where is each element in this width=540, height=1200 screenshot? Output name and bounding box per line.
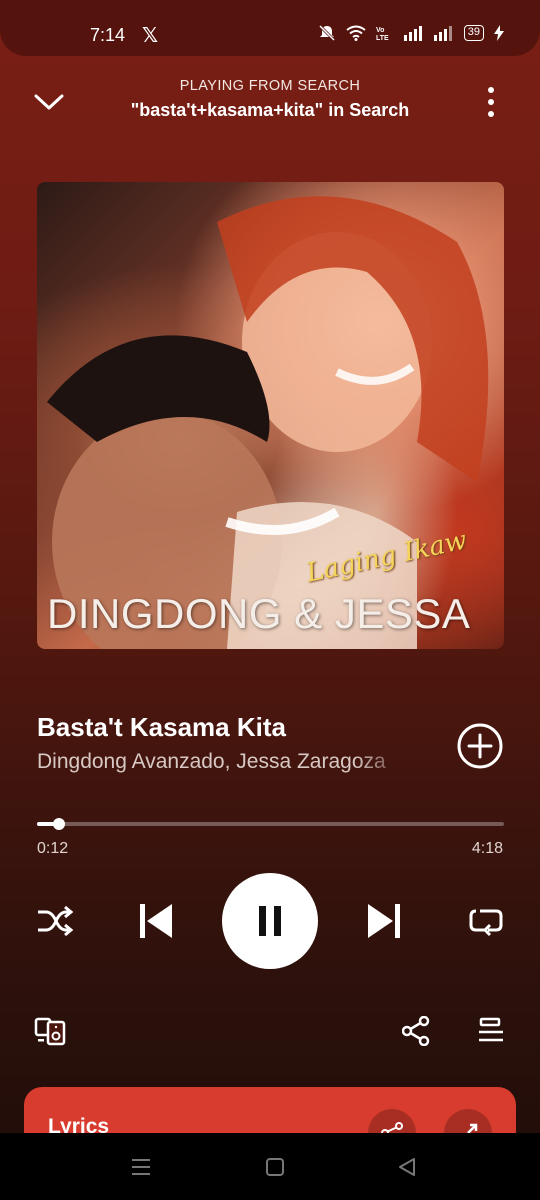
- more-vert-icon[interactable]: [486, 86, 496, 118]
- shuffle-icon[interactable]: [36, 904, 74, 938]
- status-time: 7:14: [90, 25, 126, 45]
- status-icons: Vo LTE 39: [318, 24, 504, 42]
- signal-icon-2: [433, 26, 452, 41]
- x-app-icon: 𝕏: [142, 25, 159, 47]
- playing-from-context[interactable]: "basta't+kasama+kita" in Search: [0, 100, 540, 121]
- svg-text:LTE: LTE: [376, 35, 389, 41]
- progress-handle[interactable]: [52, 818, 65, 830]
- share-icon[interactable]: [402, 1016, 430, 1046]
- mute-icon: [318, 24, 335, 42]
- pause-icon: [259, 906, 281, 936]
- wifi-icon: [346, 25, 366, 41]
- charging-icon: [494, 25, 504, 41]
- repeat-icon[interactable]: [468, 904, 504, 938]
- add-circle-icon[interactable]: [456, 722, 504, 770]
- queue-icon[interactable]: [477, 1017, 505, 1045]
- total-time: 4:18: [471, 840, 503, 857]
- status-bar: 7:14 𝕏 Vo LTE 39: [0, 0, 540, 56]
- album-photo: [47, 196, 489, 649]
- track-artists[interactable]: Dingdong Avanzado, Jessa Zaragoza: [37, 750, 411, 774]
- svg-text:Vo: Vo: [376, 27, 384, 34]
- volte-icon: Vo LTE: [376, 27, 389, 41]
- progress-bar[interactable]: [37, 818, 504, 830]
- recents-icon[interactable]: [130, 1158, 152, 1176]
- home-icon[interactable]: [265, 1157, 285, 1177]
- now-playing-header: PLAYING FROM SEARCH "basta't+kasama+kita…: [0, 78, 540, 121]
- pause-button[interactable]: [222, 873, 318, 969]
- album-artist-text: DINGDONG & JESSA: [47, 590, 471, 637]
- next-icon[interactable]: [366, 902, 402, 940]
- signal-icon: [403, 26, 422, 41]
- system-nav-bar: [0, 1133, 540, 1200]
- album-art: Laging Ikaw DINGDONG & JESSA: [37, 182, 504, 649]
- playing-from-label: PLAYING FROM SEARCH: [179, 78, 361, 94]
- battery-indicator: 39: [463, 25, 484, 41]
- current-time: 0:12: [37, 840, 69, 857]
- connect-device-icon[interactable]: [34, 1016, 66, 1046]
- previous-icon[interactable]: [138, 902, 174, 940]
- track-title[interactable]: Basta't Kasama Kita: [37, 712, 286, 743]
- back-icon[interactable]: [397, 1157, 417, 1177]
